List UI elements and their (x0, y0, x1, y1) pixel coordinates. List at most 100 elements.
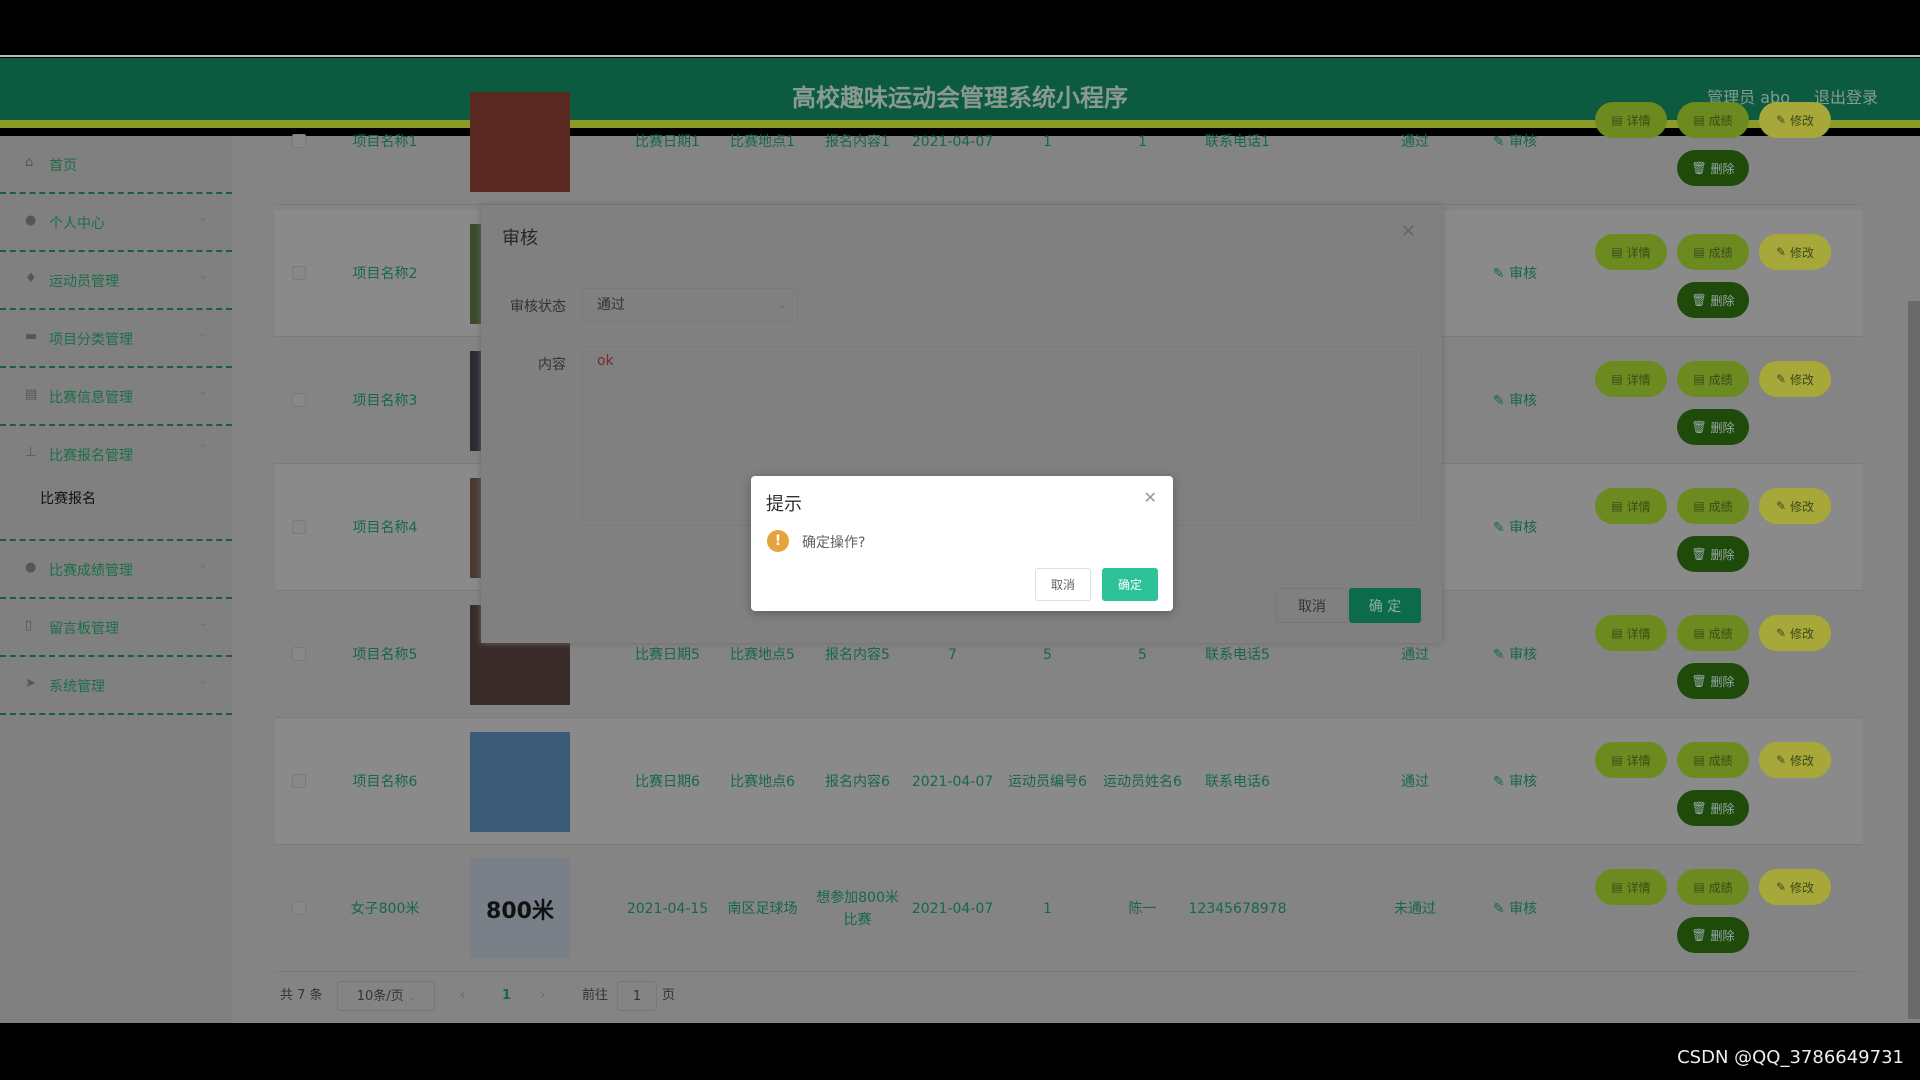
total-count: 共 7 条 (280, 988, 323, 1003)
goto-page-input[interactable]: 1 (617, 981, 657, 1011)
delete-button[interactable]: 🗑 删除 (1677, 150, 1749, 186)
delete-button[interactable]: 🗑 删除 (1677, 409, 1749, 445)
edit-icon: ✎ (1492, 265, 1505, 282)
detail-button[interactable]: ▤ 详情 (1595, 742, 1667, 778)
edit-button[interactable]: ✎ 修改 (1759, 361, 1831, 397)
detail-icon: ▤ (1611, 626, 1623, 640)
row-checkbox[interactable] (292, 901, 306, 915)
edit-button[interactable]: ✎ 修改 (1759, 234, 1831, 270)
edit-button[interactable]: ✎ 修改 (1759, 488, 1831, 524)
edit-icon: ✎ (1492, 646, 1505, 663)
chevron-down-icon: ⌄ (407, 993, 416, 1003)
next-page-icon[interactable]: › (540, 981, 545, 1011)
close-icon[interactable]: ✕ (1144, 488, 1157, 507)
warning-icon: ! (767, 530, 789, 552)
cell-athlete-name: 1 (1138, 133, 1147, 150)
chevron-down-icon: ⌄ (197, 268, 208, 282)
detail-icon: ▤ (1611, 245, 1623, 259)
edit-button[interactable]: ✎ 修改 (1759, 742, 1831, 778)
detail-button[interactable]: ▤ 详情 (1595, 234, 1667, 270)
edit-icon: ✎ (1776, 245, 1787, 259)
detail-button[interactable]: ▤ 详情 (1595, 361, 1667, 397)
score-icon: ▤ (1693, 372, 1705, 386)
detail-button[interactable]: ▤ 详情 (1595, 615, 1667, 651)
edit-button[interactable]: ✎ 修改 (1759, 102, 1831, 138)
confirm-cancel-button[interactable]: 取消 (1035, 568, 1091, 601)
delete-button[interactable]: 🗑 删除 (1677, 790, 1749, 826)
row-checkbox[interactable] (292, 647, 306, 661)
sidebar-item-6[interactable]: ● 比赛成绩管理 ⌄ (0, 541, 232, 599)
cell-status: 通过 (1401, 773, 1429, 790)
delete-icon: 🗑 (1691, 293, 1707, 307)
content-label: 内容 (538, 357, 566, 373)
sidebar-item-8[interactable]: ➤ 系统管理 ⌄ (0, 657, 232, 715)
sidebar-item-2[interactable]: ♦ 运动员管理 ⌄ (0, 252, 232, 310)
edit-icon: ✎ (1492, 773, 1505, 790)
row-checkbox[interactable] (292, 266, 306, 280)
review-link[interactable]: ✎ 审核 (1475, 718, 1555, 845)
row-checkbox[interactable] (292, 393, 306, 407)
delete-button[interactable]: 🗑 删除 (1677, 536, 1749, 572)
delete-button[interactable]: 🗑 删除 (1677, 663, 1749, 699)
review-confirm-button[interactable]: 确 定 (1349, 588, 1421, 623)
score-button[interactable]: ▤ 成绩 (1677, 102, 1749, 138)
sidebar-item-3[interactable]: ▬ 项目分类管理 ⌄ (0, 310, 232, 368)
review-link[interactable]: ✎ 审核 (1475, 591, 1555, 718)
sidebar-item-label: 比赛信息管理 (49, 390, 133, 406)
page-suffix: 页 (662, 988, 676, 1003)
sidebar-item-1[interactable]: ● 个人中心 ⌄ (0, 194, 232, 252)
scrollbar[interactable] (1908, 301, 1920, 1019)
score-button[interactable]: ▤ 成绩 (1677, 742, 1749, 778)
score-button[interactable]: ▤ 成绩 (1677, 361, 1749, 397)
score-button[interactable]: ▤ 成绩 (1677, 869, 1749, 905)
status-select[interactable]: 通过 ⌄ (582, 288, 798, 322)
watermark: CSDN @QQ_3786649731 (1677, 1047, 1904, 1068)
prev-page-icon[interactable]: ‹ (460, 981, 465, 1011)
sidebar-item-5[interactable]: ⊥ 比赛报名管理 ⌃ (0, 426, 232, 541)
score-icon: ▤ (1693, 753, 1705, 767)
detail-button[interactable]: ▤ 详情 (1595, 869, 1667, 905)
close-icon[interactable]: ✕ (1401, 221, 1416, 242)
score-button[interactable]: ▤ 成绩 (1677, 615, 1749, 651)
cell-signup-date: 2021-04-07 (911, 773, 994, 790)
page-1[interactable]: 1 (502, 981, 511, 1011)
edit-button[interactable]: ✎ 修改 (1759, 869, 1831, 905)
review-link[interactable]: ✎ 审核 (1475, 78, 1555, 205)
chevron-down-icon: ⌄ (197, 210, 208, 224)
cell-status: 通过 (1401, 133, 1429, 150)
review-dialog-title: 审核 (502, 228, 538, 249)
edit-icon: ✎ (1776, 499, 1787, 513)
row-checkbox[interactable] (292, 520, 306, 534)
review-link[interactable]: ✎ 审核 (1475, 845, 1555, 972)
edit-button[interactable]: ✎ 修改 (1759, 615, 1831, 651)
edit-icon: ✎ (1492, 392, 1505, 409)
review-link[interactable]: ✎ 审核 (1475, 464, 1555, 591)
sidebar-item-7[interactable]: ▯ 留言板管理 ⌄ (0, 599, 232, 657)
microphone-icon: ♦ (25, 271, 37, 286)
cell-athlete-no: 1 (1043, 133, 1052, 150)
user-icon: ● (25, 560, 37, 575)
cell-athlete-name: 陈一 (1128, 900, 1157, 917)
detail-button[interactable]: ▤ 详情 (1595, 488, 1667, 524)
score-button[interactable]: ▤ 成绩 (1677, 234, 1749, 270)
cell-athlete-name: 运动员姓名6 (1103, 773, 1182, 790)
sidebar-item-0[interactable]: ⌂ 首页 (0, 136, 232, 194)
score-icon: ▤ (1693, 880, 1705, 894)
delete-button[interactable]: 🗑 删除 (1677, 282, 1749, 318)
score-button[interactable]: ▤ 成绩 (1677, 488, 1749, 524)
confirm-ok-button[interactable]: 确定 (1102, 568, 1158, 601)
row-checkbox[interactable] (292, 134, 306, 148)
review-link[interactable]: ✎ 审核 (1475, 210, 1555, 337)
score-icon: ▤ (1693, 626, 1705, 640)
sidebar-item-4[interactable]: ▤ 比赛信息管理 ⌄ (0, 368, 232, 426)
review-link[interactable]: ✎ 审核 (1475, 337, 1555, 464)
project-image (470, 732, 570, 832)
page-size-select[interactable]: 10条/页 ⌄ (337, 981, 435, 1011)
detail-button[interactable]: ▤ 详情 (1595, 102, 1667, 138)
sidebar-item-label: 首页 (49, 158, 77, 174)
sidebar-item-label: 比赛成绩管理 (49, 563, 133, 579)
delete-button[interactable]: 🗑 删除 (1677, 917, 1749, 953)
row-checkbox[interactable] (292, 774, 306, 788)
review-cancel-button[interactable]: 取消 (1276, 588, 1348, 623)
chevron-down-icon: ⌄ (197, 557, 208, 571)
